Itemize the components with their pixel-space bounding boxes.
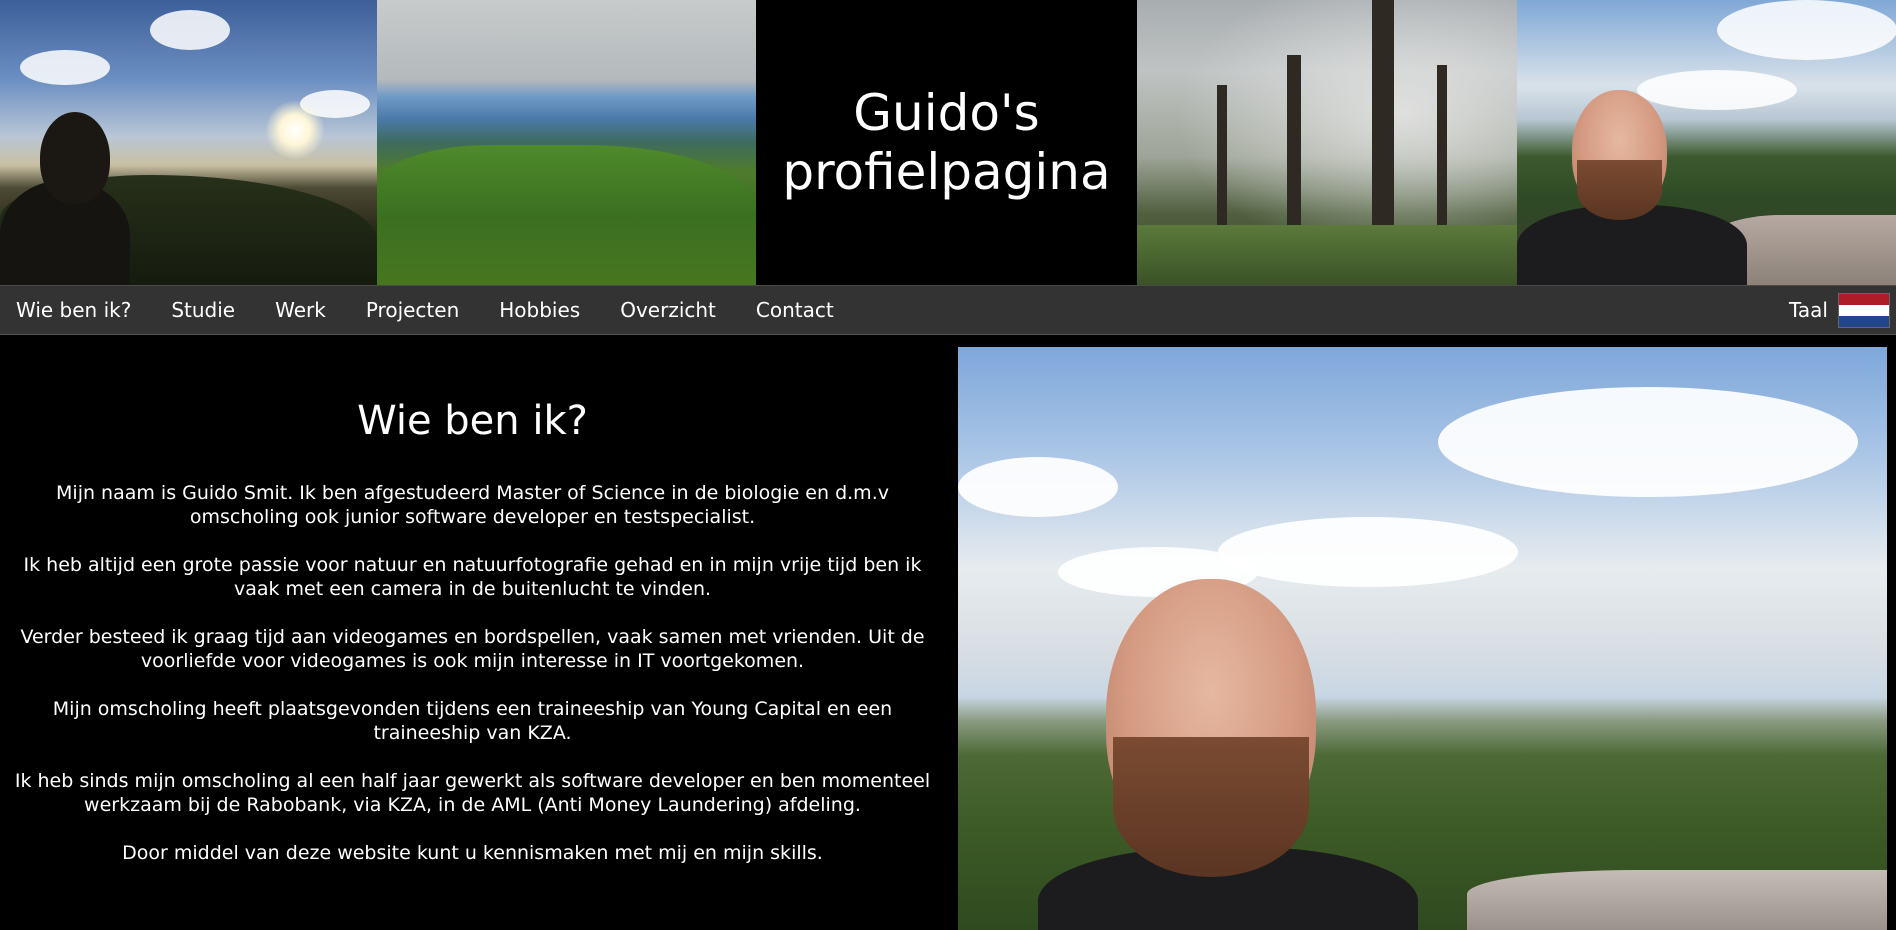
header-title-block: Guido's profielpagina <box>756 0 1137 285</box>
site-title-line2: profielpagina <box>782 142 1111 201</box>
intro-paragraph-5: Ik heb sinds mijn omscholing al een half… <box>14 770 931 816</box>
nav-item-contact[interactable]: Contact <box>736 285 854 335</box>
netherlands-flag-icon[interactable] <box>1838 292 1890 328</box>
nav-item-werk[interactable]: Werk <box>255 285 346 335</box>
intro-paragraph-6: Door middel van deze website kunt u kenn… <box>122 842 823 864</box>
intro-section: Wie ben ik? Mijn naam is Guido Smit. Ik … <box>0 345 945 930</box>
intro-heading: Wie ben ik? <box>357 398 588 444</box>
nav-item-wie-ben-ik[interactable]: Wie ben ik? <box>0 285 151 335</box>
nav-item-hobbies[interactable]: Hobbies <box>479 285 600 335</box>
intro-paragraph-1: Mijn naam is Guido Smit. Ik ben afgestud… <box>56 482 889 528</box>
nav-item-projecten[interactable]: Projecten <box>346 285 479 335</box>
nav-item-overzicht[interactable]: Overzicht <box>600 285 736 335</box>
intro-paragraph-3: Verder besteed ik graag tijd aan videoga… <box>20 626 925 672</box>
nav-item-studie[interactable]: Studie <box>151 285 255 335</box>
language-label: Taal <box>1789 298 1828 322</box>
intro-paragraph-4: Mijn omscholing heeft plaatsgevonden tij… <box>52 698 893 744</box>
site-title: Guido's profielpagina <box>782 84 1110 202</box>
header-photo-misty-forest <box>1137 0 1517 285</box>
site-title-line1: Guido's <box>853 83 1040 142</box>
header-photo-selfie <box>1517 0 1896 285</box>
profile-page: Guido's profielpagina Wie ben ik? Studie… <box>0 0 1896 930</box>
header-photo-sunset-silhouette <box>0 0 377 285</box>
profile-photo <box>958 347 1887 930</box>
language-selector[interactable]: Taal <box>1789 292 1896 328</box>
header-photo-green-hills <box>377 0 756 285</box>
intro-paragraph-2: Ik heb altijd een grote passie voor natu… <box>23 554 922 600</box>
main-nav: Wie ben ik? Studie Werk Projecten Hobbie… <box>0 285 1896 335</box>
header-banner: Guido's profielpagina <box>0 0 1896 285</box>
